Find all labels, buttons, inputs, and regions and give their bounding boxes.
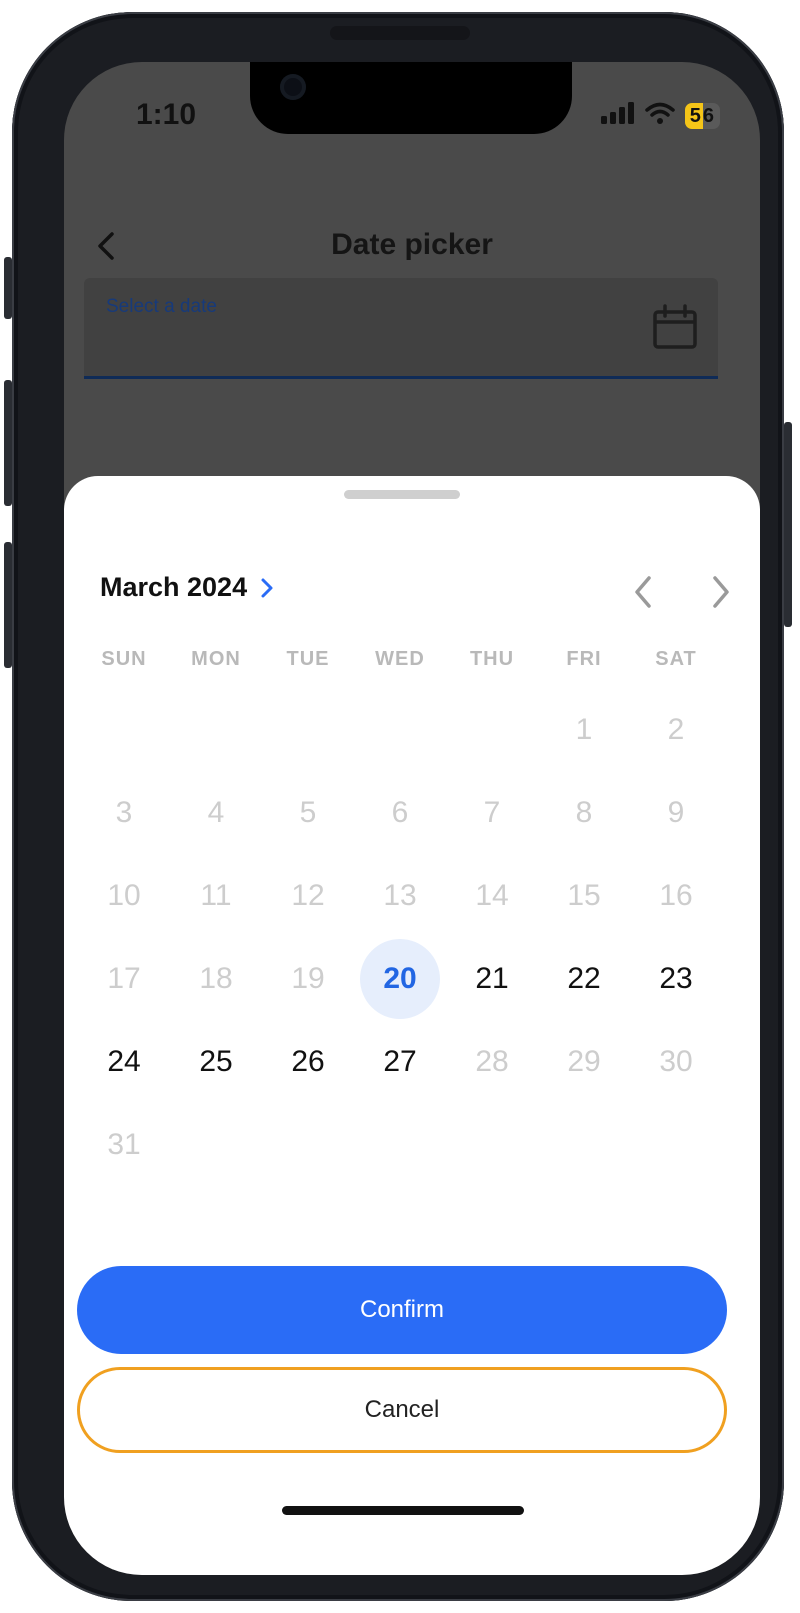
calendar-day: 16 (659, 878, 693, 912)
calendar-day-selected[interactable]: 20 (354, 937, 446, 1020)
app-bar: Date picker (64, 212, 760, 282)
weekday-label: SUN (101, 648, 147, 670)
calendar-day: 2 (667, 712, 685, 746)
date-field-label: Select a date (106, 296, 217, 317)
calendar-day: 1 (575, 712, 593, 746)
notch (250, 62, 572, 134)
calendar-day: 12 (291, 878, 325, 912)
weekday-label: TUE (286, 648, 330, 670)
battery-level-digit: 5 (684, 102, 703, 129)
calendar-day[interactable]: 25 (170, 1020, 262, 1103)
calendar-day: 11 (200, 878, 232, 912)
calendar-day[interactable]: 26 (262, 1020, 354, 1103)
calendar-day: 5 (299, 795, 317, 829)
side-button-volume-down (4, 542, 12, 668)
calendar-day[interactable]: 24 (78, 1020, 170, 1103)
battery-icon: 56 (684, 102, 720, 129)
weekday-header: SUN MON TUE WED THU FRI SAT (78, 648, 722, 671)
calendar-day: 15 (567, 878, 601, 912)
calendar-day: 18 (199, 961, 233, 995)
calendar-day: 30 (659, 1044, 693, 1078)
confirm-button[interactable]: Confirm (77, 1266, 727, 1354)
calendar-icon[interactable] (652, 304, 698, 355)
weekday-label: THU (469, 648, 515, 670)
calendar-grid: 1 2 3 4 5 6 7 8 9 10 11 12 13 14 15 16 1… (78, 688, 722, 1186)
earpiece-speaker (330, 26, 470, 40)
screen: 1:10 5 6 Date picker Select a date March… (64, 62, 760, 1575)
calendar-day: 19 (291, 961, 325, 995)
status-icons: 56 (600, 102, 720, 129)
page-title: Date picker (331, 228, 493, 261)
calendar-empty-cell (78, 688, 170, 771)
month-navigation (628, 572, 736, 612)
calendar-day: 17 (107, 961, 141, 995)
side-button-mute (4, 257, 12, 319)
calendar-day: 4 (207, 795, 225, 829)
calendar-day: 31 (107, 1127, 141, 1161)
month-selector[interactable]: March 2024 (100, 572, 277, 603)
calendar-day[interactable]: 23 (630, 937, 722, 1020)
selected-day-label: 20 (360, 938, 440, 1019)
calendar-empty-cell (262, 688, 354, 771)
previous-month-button[interactable] (628, 572, 658, 612)
calendar-day: 8 (575, 795, 593, 829)
calendar-empty-cell (170, 688, 262, 771)
calendar-day: 28 (475, 1044, 509, 1078)
side-button-power (784, 422, 792, 627)
cancel-button[interactable]: Cancel (77, 1367, 727, 1453)
next-month-button[interactable] (706, 572, 736, 612)
calendar-day: 6 (391, 795, 409, 829)
calendar-day: 29 (567, 1044, 601, 1078)
status-time: 1:10 (136, 98, 197, 131)
calendar-day[interactable]: 22 (538, 937, 630, 1020)
phone-frame: 1:10 5 6 Date picker Select a date March… (4, 12, 792, 1601)
weekday-label: SAT (655, 648, 697, 670)
calendar-day: 13 (383, 878, 417, 912)
side-button-volume-up (4, 380, 12, 506)
wifi-icon (645, 102, 675, 129)
cellular-signal-icon (600, 102, 635, 129)
calendar-day: 14 (475, 878, 509, 912)
month-label: March 2024 (100, 572, 248, 602)
home-indicator (282, 1506, 524, 1515)
calendar-day: 3 (115, 795, 133, 829)
calendar-day: 7 (483, 795, 501, 829)
sheet-drag-handle[interactable] (344, 490, 460, 499)
calendar-day[interactable]: 21 (446, 937, 538, 1020)
front-camera-icon (280, 74, 306, 100)
weekday-label: MON (191, 648, 241, 670)
weekday-label: FRI (566, 648, 602, 670)
weekday-label: WED (375, 648, 425, 670)
date-picker-sheet: March 2024 SUN MON TUE WED THU FRI SAT 1… (64, 476, 760, 1575)
date-field[interactable]: Select a date (84, 278, 718, 379)
calendar-day[interactable]: 27 (354, 1020, 446, 1103)
calendar-day: 10 (107, 878, 141, 912)
battery-level-digit-2: 6 (702, 102, 720, 129)
chevron-right-icon (261, 578, 273, 597)
chevron-right-icon (713, 576, 729, 608)
calendar-day: 9 (667, 795, 685, 829)
calendar-empty-cell (354, 688, 446, 771)
calendar-empty-cell (446, 688, 538, 771)
chevron-left-icon (635, 576, 651, 608)
